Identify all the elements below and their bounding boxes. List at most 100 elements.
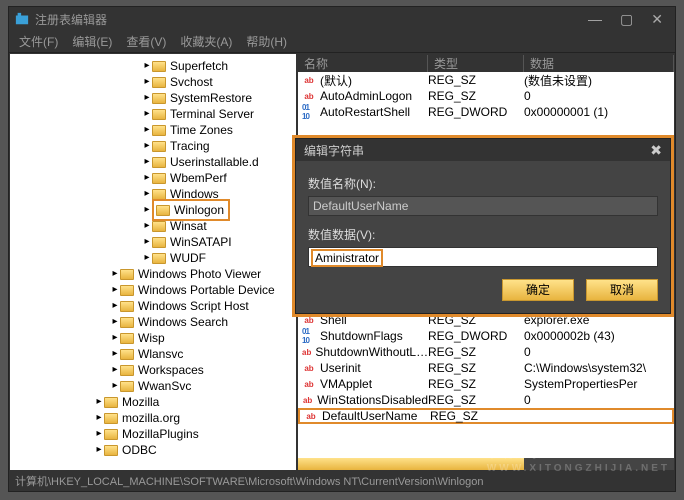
close-button[interactable]: ✕ — [651, 12, 663, 26]
tree-label: Time Zones — [168, 122, 235, 138]
tree-item[interactable]: ▸ ODBC — [10, 442, 296, 458]
scrollbar-thumb[interactable] — [298, 458, 524, 470]
col-data[interactable]: 数据 — [524, 55, 674, 72]
minimize-button[interactable]: — — [588, 12, 602, 26]
expand-icon[interactable]: ▸ — [94, 426, 104, 442]
expand-icon[interactable]: ▸ — [142, 74, 152, 90]
value-type: REG_SZ — [428, 345, 524, 359]
expand-icon[interactable]: ▸ — [110, 362, 120, 378]
expand-icon[interactable]: ▸ — [142, 202, 152, 218]
tree-item[interactable]: ▸Windows Portable Device — [10, 282, 296, 298]
tree-label: Winsat — [168, 218, 209, 234]
tree-item[interactable]: ▸Terminal Server — [10, 106, 296, 122]
expand-icon[interactable]: ▸ — [142, 234, 152, 250]
tree-item[interactable]: ▸Windows Photo Viewer — [10, 266, 296, 282]
tree-item[interactable]: ▸Mozilla — [10, 394, 296, 410]
value-name-input[interactable] — [308, 196, 658, 216]
list-row[interactable]: abVMAppletREG_SZSystemPropertiesPer — [298, 376, 674, 392]
list-row[interactable]: abAutoAdminLogonREG_SZ0 — [298, 88, 674, 104]
menu-edit[interactable]: 编辑(E) — [72, 33, 112, 50]
tree-item[interactable]: ▸ Svchost — [10, 74, 296, 90]
tree-pane[interactable]: ▸ Superfetch ▸ Svchost▸SystemRestore▸Termin… — [9, 53, 297, 471]
string-icon: ab — [304, 409, 318, 423]
expand-icon[interactable]: ▸ — [142, 90, 152, 106]
dialog-close-icon[interactable]: ✖ — [650, 142, 662, 159]
expand-icon[interactable]: ▸ — [110, 330, 120, 346]
list-row-highlighted[interactable]: abDefaultUserNameREG_SZ — [298, 408, 674, 424]
folder-icon — [120, 349, 134, 360]
tree-item[interactable]: ▸MozillaPlugins — [10, 426, 296, 442]
tree-label: WwanSvc — [136, 378, 193, 394]
maximize-button[interactable]: ▢ — [620, 12, 633, 26]
expand-icon[interactable]: ▸ — [94, 394, 104, 410]
value-type: REG_SZ — [430, 409, 526, 423]
tree-item[interactable]: ▸WbemPerf — [10, 170, 296, 186]
list-row[interactable]: abShutdownWithoutL…REG_SZ0 — [298, 344, 674, 360]
menu-help[interactable]: 帮助(H) — [246, 33, 287, 50]
folder-icon — [104, 429, 118, 440]
col-type[interactable]: 类型 — [428, 55, 524, 72]
expand-icon[interactable]: ▸ — [142, 122, 152, 138]
tree-item[interactable]: ▸Userinstallable.d — [10, 154, 296, 170]
tree-item[interactable]: ▸WUDF — [10, 250, 296, 266]
list-row[interactable]: abWinStationsDisabledREG_SZ0 — [298, 392, 674, 408]
expand-icon[interactable]: ▸ — [110, 266, 120, 282]
string-icon: ab — [302, 73, 316, 87]
tree-label: Tracing — [168, 138, 212, 154]
list-row[interactable]: 01 10AutoRestartShellREG_DWORD0x00000001… — [298, 104, 674, 120]
tree-item[interactable]: ▸Workspaces — [10, 362, 296, 378]
folder-icon — [152, 253, 166, 264]
tree-item[interactable]: ▸ WwanSvc — [10, 378, 296, 394]
folder-icon — [104, 445, 118, 456]
expand-icon[interactable]: ▸ — [110, 378, 120, 394]
expand-icon[interactable]: ▸ — [94, 442, 104, 458]
value-name: AutoAdminLogon — [320, 89, 412, 103]
expand-icon[interactable]: ▸ — [142, 154, 152, 170]
tree-item[interactable]: ▸ Winsat — [10, 218, 296, 234]
expand-icon[interactable]: ▸ — [110, 346, 120, 362]
tree-item[interactable]: ▸Windows Search — [10, 314, 296, 330]
list-header: 名称 类型 数据 — [298, 54, 674, 72]
value-type: REG_SZ — [428, 73, 524, 87]
menu-file[interactable]: 文件(F) — [19, 33, 58, 50]
tree-item[interactable]: ▸Wisp — [10, 330, 296, 346]
cancel-button[interactable]: 取消 — [586, 279, 658, 301]
tree-label: ODBC — [120, 442, 159, 458]
expand-icon[interactable]: ▸ — [110, 314, 120, 330]
tree-item[interactable]: ▸Windows Script Host — [10, 298, 296, 314]
expand-icon[interactable]: ▸ — [142, 250, 152, 266]
value-data: 0x00000001 (1) — [524, 105, 674, 119]
expand-icon[interactable]: ▸ — [110, 282, 120, 298]
expand-icon[interactable]: ▸ — [110, 298, 120, 314]
tree-label: Superfetch — [168, 58, 230, 74]
expand-icon[interactable]: ▸ — [142, 106, 152, 122]
col-name[interactable]: 名称 — [298, 55, 428, 72]
expand-icon[interactable]: ▸ — [142, 58, 152, 74]
tree-item[interactable]: ▸mozilla.org — [10, 410, 296, 426]
menu-view[interactable]: 查看(V) — [126, 33, 166, 50]
folder-icon — [152, 61, 166, 72]
edit-string-dialog-highlight: 编辑字符串 ✖ 数值名称(N): 数值数据(V): Aministrator 确… — [292, 135, 674, 317]
list-row[interactable]: ab(默认)REG_SZ(数值未设置) — [298, 72, 674, 88]
tree-item[interactable]: ▸ Tracing — [10, 138, 296, 154]
status-bar: 计算机\HKEY_LOCAL_MACHINE\SOFTWARE\Microsof… — [9, 471, 675, 491]
tree-item[interactable]: ▸SystemRestore — [10, 90, 296, 106]
ok-button[interactable]: 确定 — [502, 279, 574, 301]
list-row[interactable]: abUserinitREG_SZC:\Windows\system32\ — [298, 360, 674, 376]
expand-icon[interactable]: ▸ — [94, 410, 104, 426]
expand-icon[interactable]: ▸ — [142, 170, 152, 186]
tree-label: Svchost — [168, 74, 215, 90]
tree-item[interactable]: ▸Winlogon — [10, 202, 296, 218]
tree-item[interactable]: ▸ Superfetch — [10, 58, 296, 74]
expand-icon[interactable]: ▸ — [142, 186, 152, 202]
h-scrollbar[interactable] — [298, 458, 674, 470]
list-row[interactable]: 01 10ShutdownFlagsREG_DWORD0x0000002b (4… — [298, 328, 674, 344]
value-data-input[interactable]: Aministrator — [315, 251, 379, 265]
value-name: ShutdownFlags — [320, 329, 403, 343]
expand-icon[interactable]: ▸ — [142, 138, 152, 154]
menu-fav[interactable]: 收藏夹(A) — [180, 33, 232, 50]
tree-item[interactable]: ▸ Time Zones — [10, 122, 296, 138]
expand-icon[interactable]: ▸ — [142, 218, 152, 234]
tree-item[interactable]: ▸Wlansvc — [10, 346, 296, 362]
tree-item[interactable]: ▸WinSATAPI — [10, 234, 296, 250]
